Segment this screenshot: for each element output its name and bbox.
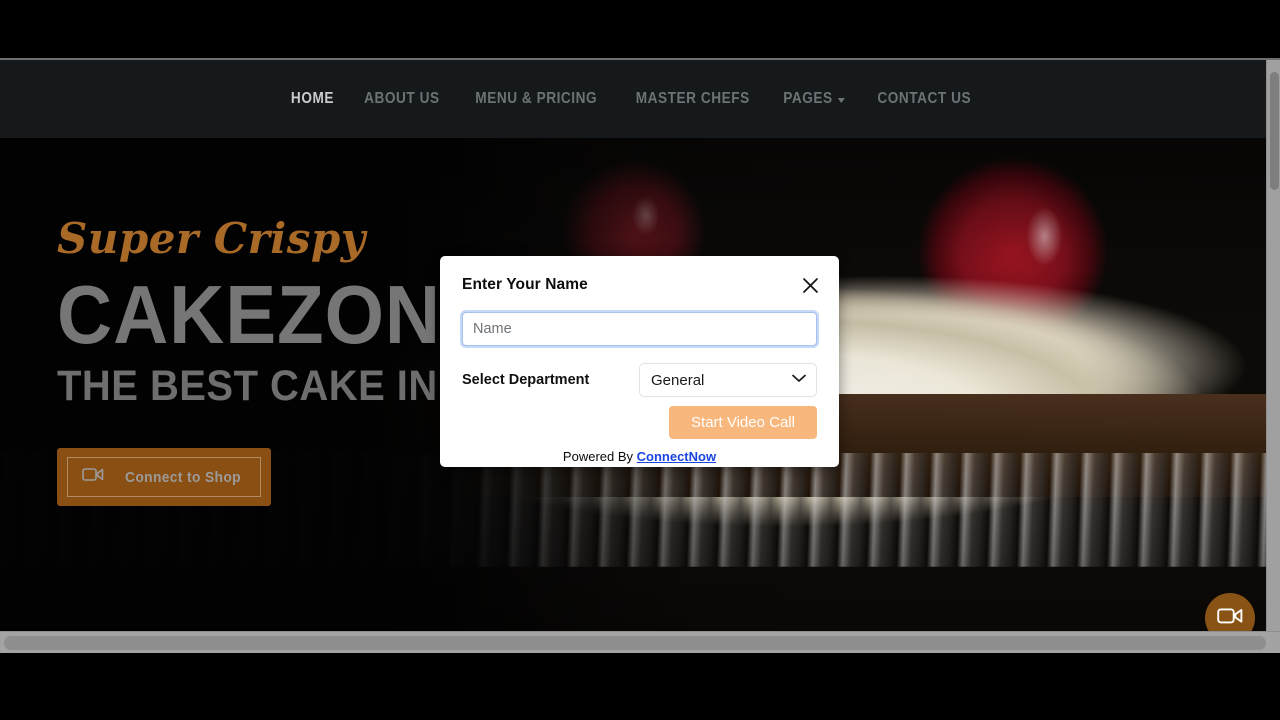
video-camera-icon xyxy=(1217,607,1243,630)
nav-label-contact-us: CONTACT US xyxy=(877,90,972,107)
nav-item-menu-pricing[interactable]: MENU & PRICING xyxy=(466,90,607,108)
powered-by: Powered By ConnectNow xyxy=(462,449,817,464)
connect-to-shop-inner: Connect to Shop xyxy=(67,457,261,498)
desktop-screen: HOME ABOUT US MENU & PRICING MASTER CHEF… xyxy=(0,0,1280,720)
horizontal-scrollbar[interactable] xyxy=(0,631,1280,653)
nav-label-pages: PAGES xyxy=(783,90,833,107)
close-icon[interactable] xyxy=(802,277,819,294)
nav-label-home: HOME xyxy=(291,90,335,107)
nav-item-about-us[interactable]: ABOUT US xyxy=(355,90,450,108)
hero-script-text: Super Crispy xyxy=(57,214,366,263)
modal-header: Enter Your Name xyxy=(462,276,819,300)
browser-viewport: HOME ABOUT US MENU & PRICING MASTER CHEF… xyxy=(0,58,1280,653)
modal-title: Enter Your Name xyxy=(462,276,588,293)
nav-label-about-us: ABOUT US xyxy=(364,90,440,107)
connectnow-link[interactable]: ConnectNow xyxy=(637,449,716,464)
vertical-scrollbar-thumb[interactable] xyxy=(1270,72,1279,190)
department-select[interactable]: General xyxy=(639,363,817,397)
nav-item-contact-us[interactable]: CONTACT US xyxy=(868,90,981,108)
connect-to-shop-label: Connect to Shop xyxy=(125,468,241,486)
nav-item-pages[interactable]: PAGES xyxy=(774,90,855,108)
nav-item-home[interactable]: HOME xyxy=(282,90,344,108)
nav-label-menu-pricing: MENU & PRICING xyxy=(475,90,598,107)
connect-to-shop-button[interactable]: Connect to Shop xyxy=(57,448,271,507)
department-label: Select Department xyxy=(462,372,590,388)
name-input[interactable] xyxy=(460,310,819,348)
chevron-down-icon xyxy=(837,97,845,103)
start-video-call-button[interactable]: Start Video Call xyxy=(669,406,817,439)
department-row: Select Department General xyxy=(462,363,817,397)
powered-by-prefix: Powered By xyxy=(562,449,637,464)
nav-label-master-chefs: MASTER CHEFS xyxy=(635,90,750,107)
main-navigation: HOME ABOUT US MENU & PRICING MASTER CHEF… xyxy=(277,90,988,108)
nav-item-master-chefs[interactable]: MASTER CHEFS xyxy=(626,90,759,108)
horizontal-scrollbar-thumb[interactable] xyxy=(4,636,1266,650)
department-select-wrapper: General xyxy=(639,363,817,397)
site-header: HOME ABOUT US MENU & PRICING MASTER CHEF… xyxy=(0,60,1266,138)
video-camera-icon xyxy=(82,467,104,487)
vertical-scrollbar[interactable] xyxy=(1266,60,1280,653)
enter-name-modal: Enter Your Name Select Department Genera… xyxy=(440,256,839,467)
